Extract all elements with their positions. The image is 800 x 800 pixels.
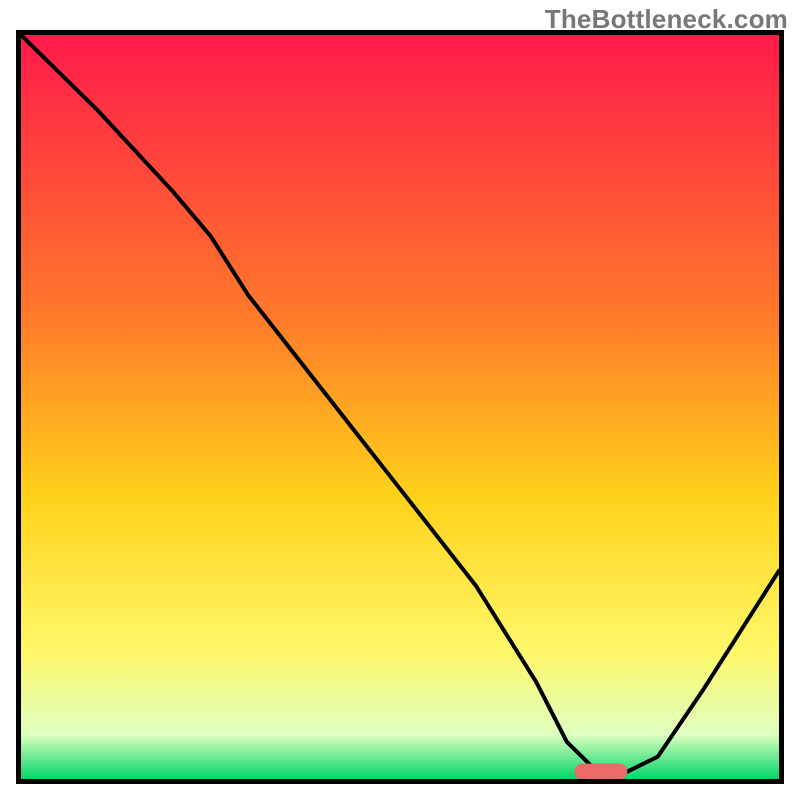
plot-area (16, 30, 784, 784)
gradient-background (21, 35, 779, 779)
chart-container: TheBottleneck.com (0, 0, 800, 800)
watermark-text: TheBottleneck.com (545, 4, 788, 35)
optimal-marker (574, 764, 627, 779)
chart-svg (21, 35, 779, 779)
